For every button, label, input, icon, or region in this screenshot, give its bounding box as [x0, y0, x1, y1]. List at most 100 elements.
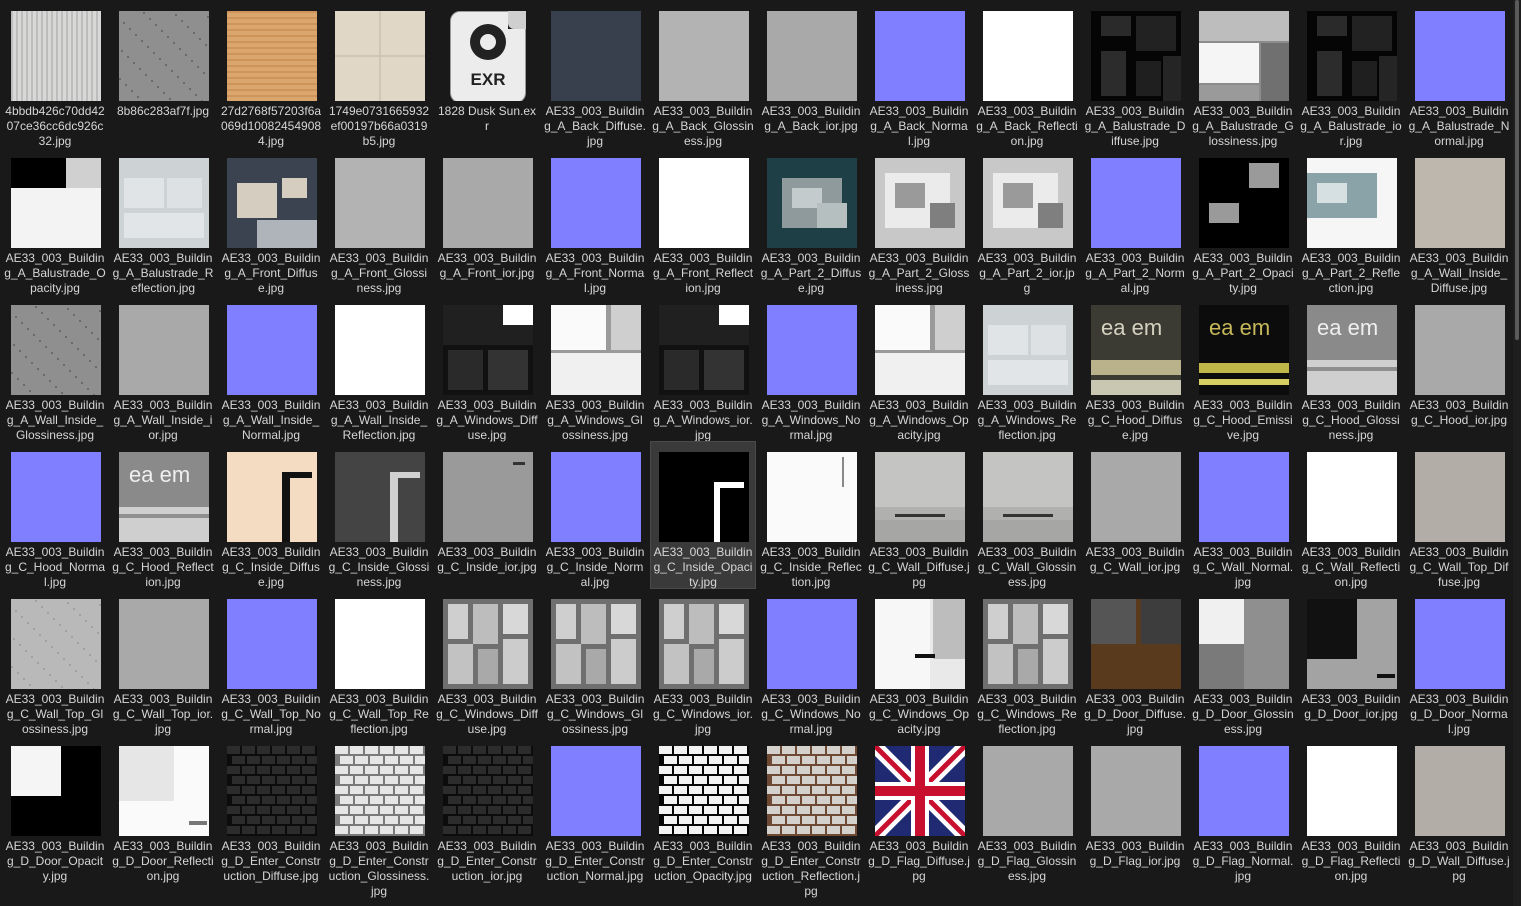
file-item[interactable]: 1749e0731665932ef00197b66a0319b5.jpg	[327, 1, 431, 148]
file-item[interactable]: AE33_003_Building_D_Wall_Diffuse.jpg	[1407, 736, 1511, 883]
file-item[interactable]: ea em AE33_003_Building_C_Hood_Diffuse.jp…	[1083, 295, 1187, 442]
file-item[interactable]: AE33_003_Building_A_Part_2_Diffuse.jpg	[759, 148, 863, 295]
file-item[interactable]: AE33_003_Building_C_Wall_Normal.jpg	[1191, 442, 1295, 589]
vertical-scrollbar[interactable]	[1513, 0, 1521, 906]
file-item[interactable]: AE33_003_Building_D_Flag_Diffuse.jpg	[867, 736, 971, 883]
file-item[interactable]: AE33_003_Building_D_Door_Reflection.jpg	[111, 736, 215, 883]
file-item[interactable]: AE33_003_Building_C_Wall_Glossiness.jpg	[975, 442, 1079, 589]
file-item[interactable]: ea em AE33_003_Building_C_Hood_Glossiness…	[1299, 295, 1403, 442]
file-item[interactable]: AE33_003_Building_C_Inside_ior.jpg	[435, 442, 539, 588]
file-item[interactable]: 8b86c283af7f.jpg	[111, 1, 215, 147]
file-item[interactable]: AE33_003_Building_A_Windows_Opacity.jpg	[867, 295, 971, 442]
file-item[interactable]: AE33_003_Building_A_Windows_Diffuse.jpg	[435, 295, 539, 442]
file-item[interactable]: AE33_003_Building_C_Wall_Reflection.jpg	[1299, 442, 1403, 589]
file-item[interactable]: EXR 1828 Dusk Sun.exr	[435, 1, 539, 147]
file-item[interactable]: AE33_003_Building_A_Wall_Inside_Diffuse.…	[1407, 148, 1511, 295]
file-item[interactable]: AE33_003_Building_D_Door_Normal.jpg	[1407, 589, 1511, 736]
file-item[interactable]: AE33_003_Building_C_Inside_Normal.jpg	[543, 442, 647, 589]
scrollbar-thumb[interactable]	[1515, 0, 1519, 340]
image-thumbnail	[335, 305, 425, 395]
file-item[interactable]: AE33_003_Building_A_Part_2_ior.jpg	[975, 148, 1079, 295]
file-item[interactable]: AE33_003_Building_D_Enter_Construction_G…	[327, 736, 431, 898]
file-item[interactable]: AE33_003_Building_D_Door_Glossiness.jpg	[1191, 589, 1295, 736]
file-item[interactable]: AE33_003_Building_A_Windows_ior.jpg	[651, 295, 755, 442]
file-item[interactable]: AE33_003_Building_C_Inside_Opacity.jpg	[650, 441, 756, 589]
file-item[interactable]: AE33_003_Building_A_Balustrade_Normal.jp…	[1407, 1, 1511, 148]
file-item[interactable]: AE33_003_Building_D_Enter_Construction_N…	[543, 736, 647, 883]
file-item[interactable]: AE33_003_Building_A_Wall_Inside_Normal.j…	[219, 295, 323, 442]
file-item[interactable]: AE33_003_Building_D_Enter_Construction_i…	[435, 736, 539, 883]
file-item[interactable]: AE33_003_Building_A_Windows_Glossiness.j…	[543, 295, 647, 442]
file-item[interactable]: AE33_003_Building_C_Windows_Glossiness.j…	[543, 589, 647, 736]
file-name: AE33_003_Building_A_Front_ior.jpg	[437, 251, 537, 280]
file-item[interactable]: AE33_003_Building_C_Wall_Top_Reflection.…	[327, 589, 431, 736]
file-item[interactable]: AE33_003_Building_A_Front_Glossiness.jpg	[327, 148, 431, 295]
file-item[interactable]: AE33_003_Building_D_Flag_Glossiness.jpg	[975, 736, 1079, 883]
file-item[interactable]: ea em AE33_003_Building_C_Hood_Reflection…	[111, 442, 215, 589]
file-item[interactable]: AE33_003_Building_A_Back_ior.jpg	[759, 1, 863, 147]
file-item[interactable]: AE33_003_Building_A_Back_Diffuse.jpg	[543, 1, 647, 148]
file-item[interactable]: AE33_003_Building_C_Hood_ior.jpg	[1407, 295, 1511, 441]
file-item[interactable]: AE33_003_Building_A_Wall_Inside_ior.jpg	[111, 295, 215, 442]
file-item[interactable]: AE33_003_Building_A_Front_Reflection.jpg	[651, 148, 755, 295]
file-item[interactable]: AE33_003_Building_A_Back_Reflection.jpg	[975, 1, 1079, 148]
file-item[interactable]: AE33_003_Building_A_Part_2_Normal.jpg	[1083, 148, 1187, 295]
file-item[interactable]: AE33_003_Building_A_Balustrade_Diffuse.j…	[1083, 1, 1187, 148]
file-item[interactable]: AE33_003_Building_A_Wall_Inside_Reflecti…	[327, 295, 431, 442]
file-item[interactable]: AE33_003_Building_A_Balustrade_Reflectio…	[111, 148, 215, 295]
file-item[interactable]: AE33_003_Building_A_Balustrade_Opacity.j…	[3, 148, 107, 295]
file-item[interactable]: ea em AE33_003_Building_C_Hood_Emissive.j…	[1191, 295, 1295, 442]
file-item[interactable]: AE33_003_Building_D_Flag_ior.jpg	[1083, 736, 1187, 882]
file-item[interactable]: AE33_003_Building_A_Front_ior.jpg	[435, 148, 539, 294]
file-item[interactable]: AE33_003_Building_D_Door_ior.jpg	[1299, 589, 1403, 735]
file-item[interactable]: AE33_003_Building_D_Flag_Normal.jpg	[1191, 736, 1295, 883]
file-item[interactable]: AE33_003_Building_A_Windows_Normal.jpg	[759, 295, 863, 442]
file-name: AE33_003_Building_D_Flag_Diffuse.jpg	[868, 839, 970, 883]
file-item[interactable]: AE33_003_Building_A_Windows_Reflection.j…	[975, 295, 1079, 442]
file-item[interactable]: AE33_003_Building_A_Balustrade_ior.jpg	[1299, 1, 1403, 148]
file-item[interactable]: AE33_003_Building_A_Part_2_Opacity.jpg	[1191, 148, 1295, 295]
file-item[interactable]: AE33_003_Building_C_Wall_Top_Normal.jpg	[219, 589, 323, 736]
file-item[interactable]: AE33_003_Building_A_Balustrade_Glossines…	[1191, 1, 1295, 148]
file-item[interactable]: AE33_003_Building_A_Part_2_Reflection.jp…	[1299, 148, 1403, 295]
file-item[interactable]: AE33_003_Building_A_Part_2_Glossiness.jp…	[867, 148, 971, 295]
file-item[interactable]: AE33_003_Building_C_Inside_Glossiness.jp…	[327, 442, 431, 589]
file-item[interactable]: AE33_003_Building_C_Windows_Diffuse.jpg	[435, 589, 539, 736]
file-item[interactable]: AE33_003_Building_D_Door_Diffuse.jpg	[1083, 589, 1187, 736]
file-item[interactable]: AE33_003_Building_C_Wall_Top_ior.jpg	[111, 589, 215, 736]
file-name: AE33_003_Building_A_Part_2_ior.jpg	[977, 251, 1077, 295]
file-item[interactable]: AE33_003_Building_D_Enter_Construction_D…	[219, 736, 323, 883]
file-name: AE33_003_Building_A_Front_Diffuse.jpg	[221, 251, 321, 295]
file-item[interactable]: AE33_003_Building_A_Back_Glossiness.jpg	[651, 1, 755, 148]
file-item[interactable]: AE33_003_Building_C_Wall_ior.jpg	[1083, 442, 1187, 588]
file-item[interactable]: AE33_003_Building_A_Front_Normal.jpg	[543, 148, 647, 295]
file-item[interactable]: AE33_003_Building_D_Enter_Construction_R…	[759, 736, 863, 898]
file-item[interactable]: AE33_003_Building_C_Wall_Top_Glossiness.…	[3, 589, 107, 736]
image-thumbnail	[551, 158, 641, 248]
file-item[interactable]: AE33_003_Building_C_Wall_Top_Diffuse.jpg	[1407, 442, 1511, 589]
file-item[interactable]: AE33_003_Building_A_Wall_Inside_Glossine…	[3, 295, 107, 442]
file-item[interactable]: AE33_003_Building_C_Windows_Normal.jpg	[759, 589, 863, 736]
file-item[interactable]: AE33_003_Building_C_Windows_ior.jpg	[651, 589, 755, 736]
file-item[interactable]: AE33_003_Building_D_Door_Opacity.jpg	[3, 736, 107, 883]
file-item[interactable]: AE33_003_Building_D_Enter_Construction_O…	[651, 736, 755, 883]
file-item[interactable]: AE33_003_Building_C_Inside_Diffuse.jpg	[219, 442, 323, 589]
image-thumbnail	[659, 746, 749, 836]
file-item[interactable]: AE33_003_Building_A_Front_Diffuse.jpg	[219, 148, 323, 295]
file-item[interactable]: AE33_003_Building_C_Hood_Normal.jpg	[3, 442, 107, 589]
file-item[interactable]: AE33_003_Building_A_Back_Normal.jpg	[867, 1, 971, 148]
file-item[interactable]: AE33_003_Building_C_Windows_Reflection.j…	[975, 589, 1079, 736]
file-item[interactable]: AE33_003_Building_C_Wall_Diffuse.jpg	[867, 442, 971, 589]
image-thumbnail	[443, 452, 533, 542]
file-name: AE33_003_Building_A_Wall_Inside_Normal.j…	[221, 398, 321, 442]
image-thumbnail	[1415, 452, 1505, 542]
file-item[interactable]: AE33_003_Building_D_Flag_Reflection.jpg	[1299, 736, 1403, 883]
image-thumbnail	[659, 452, 749, 542]
image-thumbnail	[1091, 452, 1181, 542]
file-item[interactable]: AE33_003_Building_C_Windows_Opacity.jpg	[867, 589, 971, 736]
file-item[interactable]: 27d2768f57203f6a069d100824549084.jpg	[219, 1, 323, 148]
file-name: AE33_003_Building_A_Balustrade_Normal.jp…	[1408, 104, 1510, 148]
file-item[interactable]: AE33_003_Building_C_Inside_Reflection.jp…	[759, 442, 863, 589]
file-item[interactable]: 4bbdb426c70dd4207ce36cc6dc926c32.jpg	[3, 1, 107, 148]
image-thumbnail	[1091, 746, 1181, 836]
